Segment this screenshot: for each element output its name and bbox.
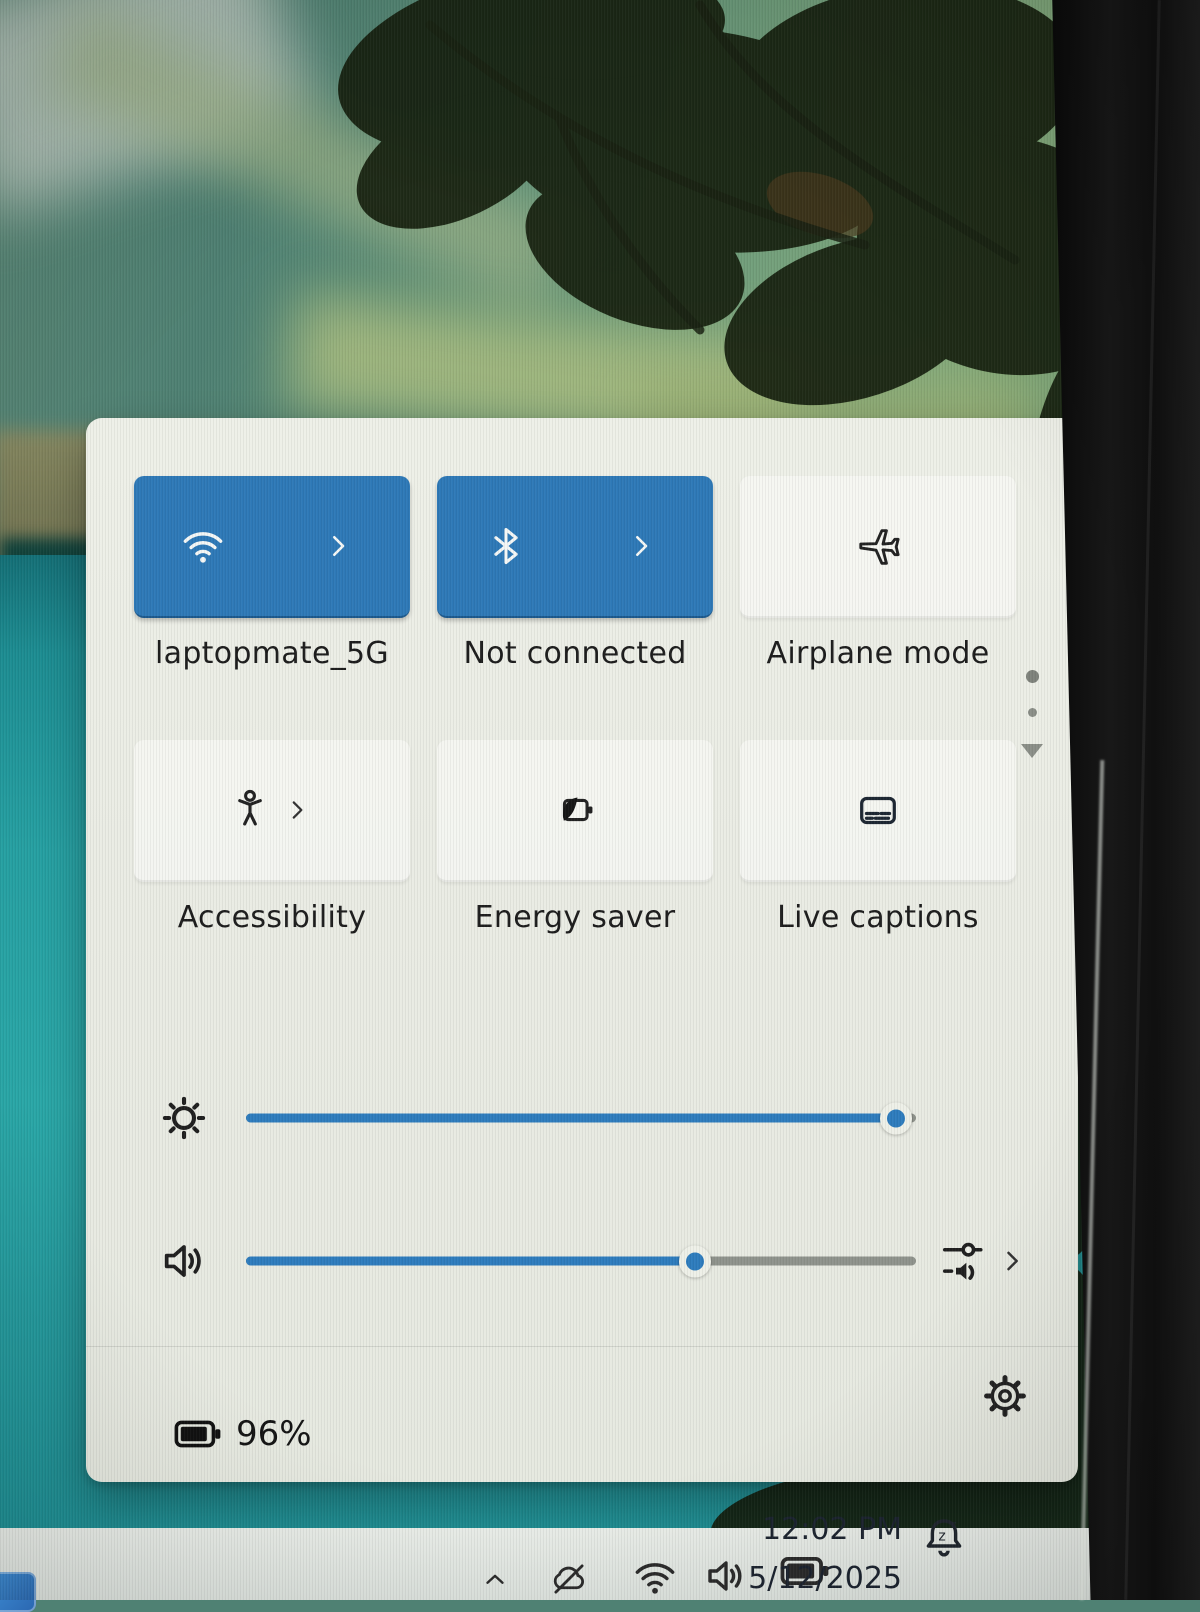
tile-label-airplane: Airplane mode (728, 636, 1028, 671)
audio-output-icon[interactable] (938, 1234, 992, 1288)
tile-bluetooth[interactable] (437, 476, 713, 618)
brightness-slider[interactable] (246, 1114, 916, 1123)
widgets-button[interactable] (0, 1572, 36, 1612)
page-indicator-dot[interactable] (1026, 670, 1039, 683)
energy-saver-icon (552, 787, 598, 833)
quick-settings-panel: laptopmate_5G Not connected Airplane mod… (86, 418, 1078, 1482)
page-indicator-dot[interactable] (1028, 708, 1037, 717)
volume-slider-thumb[interactable] (679, 1245, 711, 1277)
audio-output-chevron-icon[interactable] (998, 1247, 1026, 1275)
taskbar-clock[interactable]: 12:02 PM 5/12/2025 (742, 1512, 902, 1596)
tile-label-energy-saver: Energy saver (425, 900, 725, 935)
page-scroll-down-arrow-icon[interactable] (1021, 744, 1043, 758)
volume-slider-fill (246, 1257, 695, 1266)
brightness-icon (158, 1092, 210, 1144)
gear-icon (982, 1373, 1028, 1419)
accessibility-icon (228, 788, 272, 832)
brightness-slider-fill (246, 1114, 896, 1123)
bluetooth-expand-chevron-icon[interactable] (626, 531, 656, 561)
wifi-expand-chevron-icon[interactable] (323, 531, 353, 561)
tile-energy-saver[interactable] (437, 740, 713, 882)
svg-text:z: z (938, 1528, 945, 1544)
notification-bell-dnd-icon[interactable]: z z (920, 1514, 968, 1562)
clock-time: 12:02 PM (742, 1512, 902, 1547)
tile-label-live-captions: Live captions (728, 900, 1028, 935)
brightness-slider-thumb[interactable] (880, 1102, 912, 1134)
cloud-offline-icon[interactable] (548, 1558, 590, 1600)
tile-wifi[interactable] (134, 476, 410, 618)
tile-label-wifi: laptopmate_5G (122, 636, 422, 671)
taskbar: 12:02 PM 5/12/2025 z z (0, 1528, 1100, 1600)
volume-slider-row (86, 1231, 1078, 1291)
wifi-icon (180, 523, 226, 569)
clock-date: 5/12/2025 (742, 1561, 902, 1596)
photo-of-windows-desktop: { "colors": { "accent_blue": "#2e79b7", … (0, 0, 1200, 1600)
live-captions-icon (855, 787, 901, 833)
svg-text:z: z (951, 1520, 956, 1531)
battery-percent-label: 96% (236, 1414, 312, 1454)
airplane-icon (855, 523, 901, 569)
tile-label-bluetooth: Not connected (425, 636, 725, 671)
tray-expand-icon[interactable] (480, 1564, 510, 1594)
tile-label-accessibility: Accessibility (122, 900, 422, 935)
settings-gear-button[interactable] (982, 1373, 1028, 1419)
battery-status[interactable]: 96% (174, 1414, 312, 1454)
tray-wifi-icon[interactable] (632, 1554, 678, 1600)
volume-icon (158, 1235, 210, 1287)
tile-airplane-mode[interactable] (740, 476, 1016, 618)
tile-live-captions[interactable] (740, 740, 1016, 882)
battery-icon (174, 1420, 222, 1448)
tile-accessibility[interactable] (134, 740, 410, 882)
footer-divider (86, 1346, 1078, 1347)
volume-slider[interactable] (246, 1257, 916, 1266)
accessibility-expand-chevron-icon[interactable] (284, 797, 310, 823)
brightness-slider-row (86, 1088, 1078, 1148)
bluetooth-icon (484, 524, 528, 568)
